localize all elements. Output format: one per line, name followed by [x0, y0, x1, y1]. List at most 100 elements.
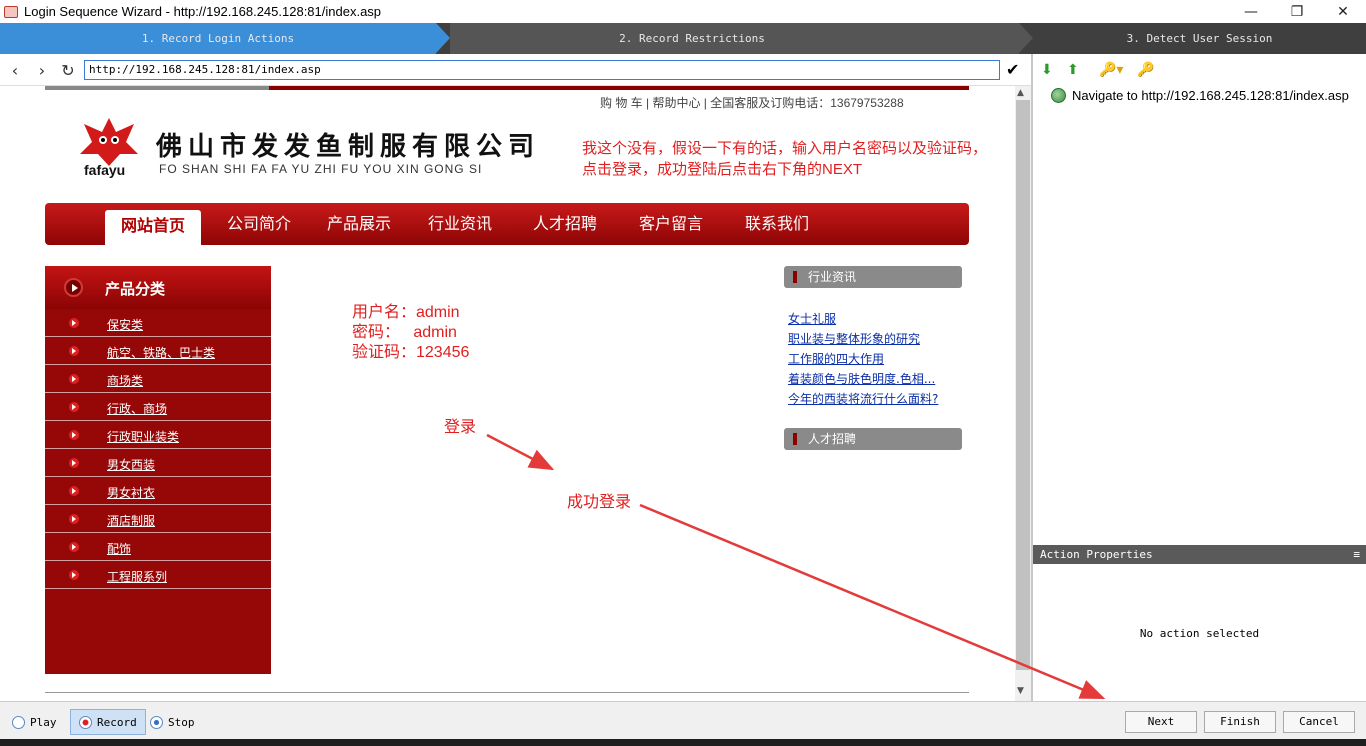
stop-label: Stop: [168, 715, 195, 729]
play-bullet-icon: [64, 278, 83, 297]
url-input[interactable]: http://192.168.245.128:81/index.asp: [84, 60, 1000, 80]
step-2: 2. Record Restrictions: [619, 32, 765, 45]
category-item[interactable]: 航空、铁路、巴士类: [45, 337, 271, 365]
nav-products[interactable]: 产品展示: [327, 203, 391, 245]
restore-button[interactable]: ❐: [1274, 0, 1320, 23]
main-nav: 网站首页 公司简介 产品展示 行业资讯 人才招聘 客户留言 联系我们: [45, 203, 969, 245]
category-item[interactable]: 行政、商场: [45, 393, 271, 421]
bullet-icon: [69, 486, 79, 496]
category-label[interactable]: 行政职业装类: [107, 428, 179, 445]
move-down-icon[interactable]: ⬇: [1041, 62, 1053, 78]
menu-icon[interactable]: ≡: [1353, 545, 1360, 564]
category-label[interactable]: 航空、铁路、巴士类: [107, 344, 215, 361]
jobs-panel-header: 人才招聘: [784, 428, 962, 450]
category-label[interactable]: 工程服系列: [107, 568, 167, 585]
category-label[interactable]: 配饰: [107, 540, 131, 557]
category-label[interactable]: 酒店制服: [107, 512, 155, 529]
annotation-success: 成功登录: [567, 494, 632, 511]
nav-news[interactable]: 行业资讯: [428, 203, 492, 245]
nav-home[interactable]: 网站首页: [105, 210, 202, 245]
news-link[interactable]: 着装颜色与肤色明度.色相...: [788, 370, 935, 387]
nav-contact[interactable]: 联系我们: [745, 203, 809, 245]
bullet-icon: [69, 374, 79, 384]
sidebar-header: 产品分类: [45, 266, 271, 309]
news-panel-header: 行业资讯: [784, 266, 962, 288]
scroll-up-icon[interactable]: ▲: [1017, 88, 1024, 98]
news-link[interactable]: 职业装与整体形象的研究: [788, 330, 920, 347]
action-properties-header: Action Properties ≡: [1033, 545, 1366, 564]
nav-messages[interactable]: 客户留言: [639, 203, 703, 245]
next-button[interactable]: Next: [1125, 711, 1197, 733]
bullet-icon: [69, 346, 79, 356]
record-button[interactable]: Record: [70, 709, 146, 735]
bullet-icon: [69, 570, 79, 580]
step-2-arrow: [1019, 23, 1033, 53]
bullet-icon: [69, 430, 79, 440]
company-name-cn: 佛山市发发鱼制服有限公司: [156, 132, 541, 162]
action-item[interactable]: Navigate to http://192.168.245.128:81/in…: [1051, 88, 1349, 103]
finish-button[interactable]: Finish: [1204, 711, 1276, 733]
cancel-button[interactable]: Cancel: [1283, 711, 1355, 733]
play-button[interactable]: Play: [12, 709, 57, 735]
top-links[interactable]: 购 物 车 | 帮助中心 | 全国客服及订购电话：13679753288: [600, 94, 904, 111]
stop-button[interactable]: Stop: [150, 709, 195, 735]
key-dropdown-icon[interactable]: 🔑▾: [1099, 62, 1123, 78]
play-label: Play: [30, 715, 57, 729]
bullet-icon: [69, 458, 79, 468]
top-divider-gray: [45, 86, 269, 90]
category-label[interactable]: 保安类: [107, 316, 143, 333]
news-link[interactable]: 女士礼服: [788, 310, 836, 327]
empty-message: No action selected: [1139, 627, 1260, 640]
forward-icon[interactable]: ›: [32, 60, 52, 80]
scroll-thumb[interactable]: [1016, 100, 1030, 670]
nav-jobs[interactable]: 人才招聘: [533, 203, 597, 245]
bottom-divider: [45, 692, 969, 693]
product-category-sidebar: 产品分类 保安类 航空、铁路、巴士类 商场类 行政、商场 行政职业装类 男女西装…: [45, 266, 271, 674]
scroll-down-icon[interactable]: ▼: [1017, 686, 1024, 696]
record-icon: [79, 715, 92, 729]
key-icon[interactable]: 🔑: [1137, 62, 1154, 78]
close-button[interactable]: ✕: [1320, 0, 1366, 23]
title-bar: Login Sequence Wizard - http://192.168.2…: [0, 0, 1366, 23]
action-properties-body: No action selected: [1033, 564, 1366, 701]
nav-about[interactable]: 公司简介: [227, 203, 291, 245]
action-list: Navigate to http://192.168.245.128:81/in…: [1033, 86, 1366, 545]
category-item[interactable]: 男女西装: [45, 449, 271, 477]
web-page: 购 物 车 | 帮助中心 | 全国客服及订购电话：13679753288 faf…: [0, 86, 1015, 701]
category-label[interactable]: 男女西装: [107, 456, 155, 473]
taskbar-strip: [0, 739, 1366, 746]
category-item[interactable]: 保安类: [45, 309, 271, 337]
category-label[interactable]: 商场类: [107, 372, 143, 389]
bullet-icon: [69, 542, 79, 552]
news-link[interactable]: 工作服的四大作用: [788, 350, 884, 367]
annotation-note-2: 点击登录，成功登陆后点击右下角的NEXT: [582, 161, 863, 178]
bullet-icon: [69, 318, 79, 328]
category-label[interactable]: 男女衬衣: [107, 484, 155, 501]
step-3: 3. Detect User Session: [1126, 32, 1273, 45]
minimize-button[interactable]: —: [1228, 0, 1274, 23]
logo-text: fafayu: [84, 162, 126, 178]
app-icon: [4, 5, 18, 18]
move-up-icon[interactable]: ⬆: [1067, 62, 1079, 78]
news-link[interactable]: 今年的西装将流行什么面料?: [788, 390, 938, 407]
refresh-icon[interactable]: ↻: [58, 60, 78, 80]
play-icon: [12, 715, 25, 729]
category-item[interactable]: 配饰: [45, 533, 271, 561]
globe-icon: [1051, 88, 1066, 103]
go-check-icon[interactable]: ✔: [1006, 60, 1019, 79]
vertical-scrollbar[interactable]: ▲ ▼: [1015, 86, 1031, 701]
category-item[interactable]: 行政职业装类: [45, 421, 271, 449]
category-label[interactable]: 行政、商场: [107, 400, 167, 417]
category-item[interactable]: 工程服系列: [45, 561, 271, 589]
annotation-login: 登录: [444, 419, 477, 436]
category-item[interactable]: 商场类: [45, 365, 271, 393]
actions-toolbar: ⬇ ⬆ 🔑▾ 🔑: [1033, 54, 1366, 86]
back-icon[interactable]: ‹: [5, 60, 25, 80]
category-item[interactable]: 男女衬衣: [45, 477, 271, 505]
window-title: Login Sequence Wizard - http://192.168.2…: [24, 4, 382, 19]
category-item[interactable]: 酒店制服: [45, 505, 271, 533]
bullet-icon: [69, 402, 79, 412]
company-name-en: FO SHAN SHI FA FA YU ZHI FU YOU XIN GONG…: [159, 162, 483, 176]
record-label: Record: [97, 715, 137, 729]
annotation-note-1: 我这个没有，假设一下有的话，输入用户名密码以及验证码，: [582, 140, 988, 157]
